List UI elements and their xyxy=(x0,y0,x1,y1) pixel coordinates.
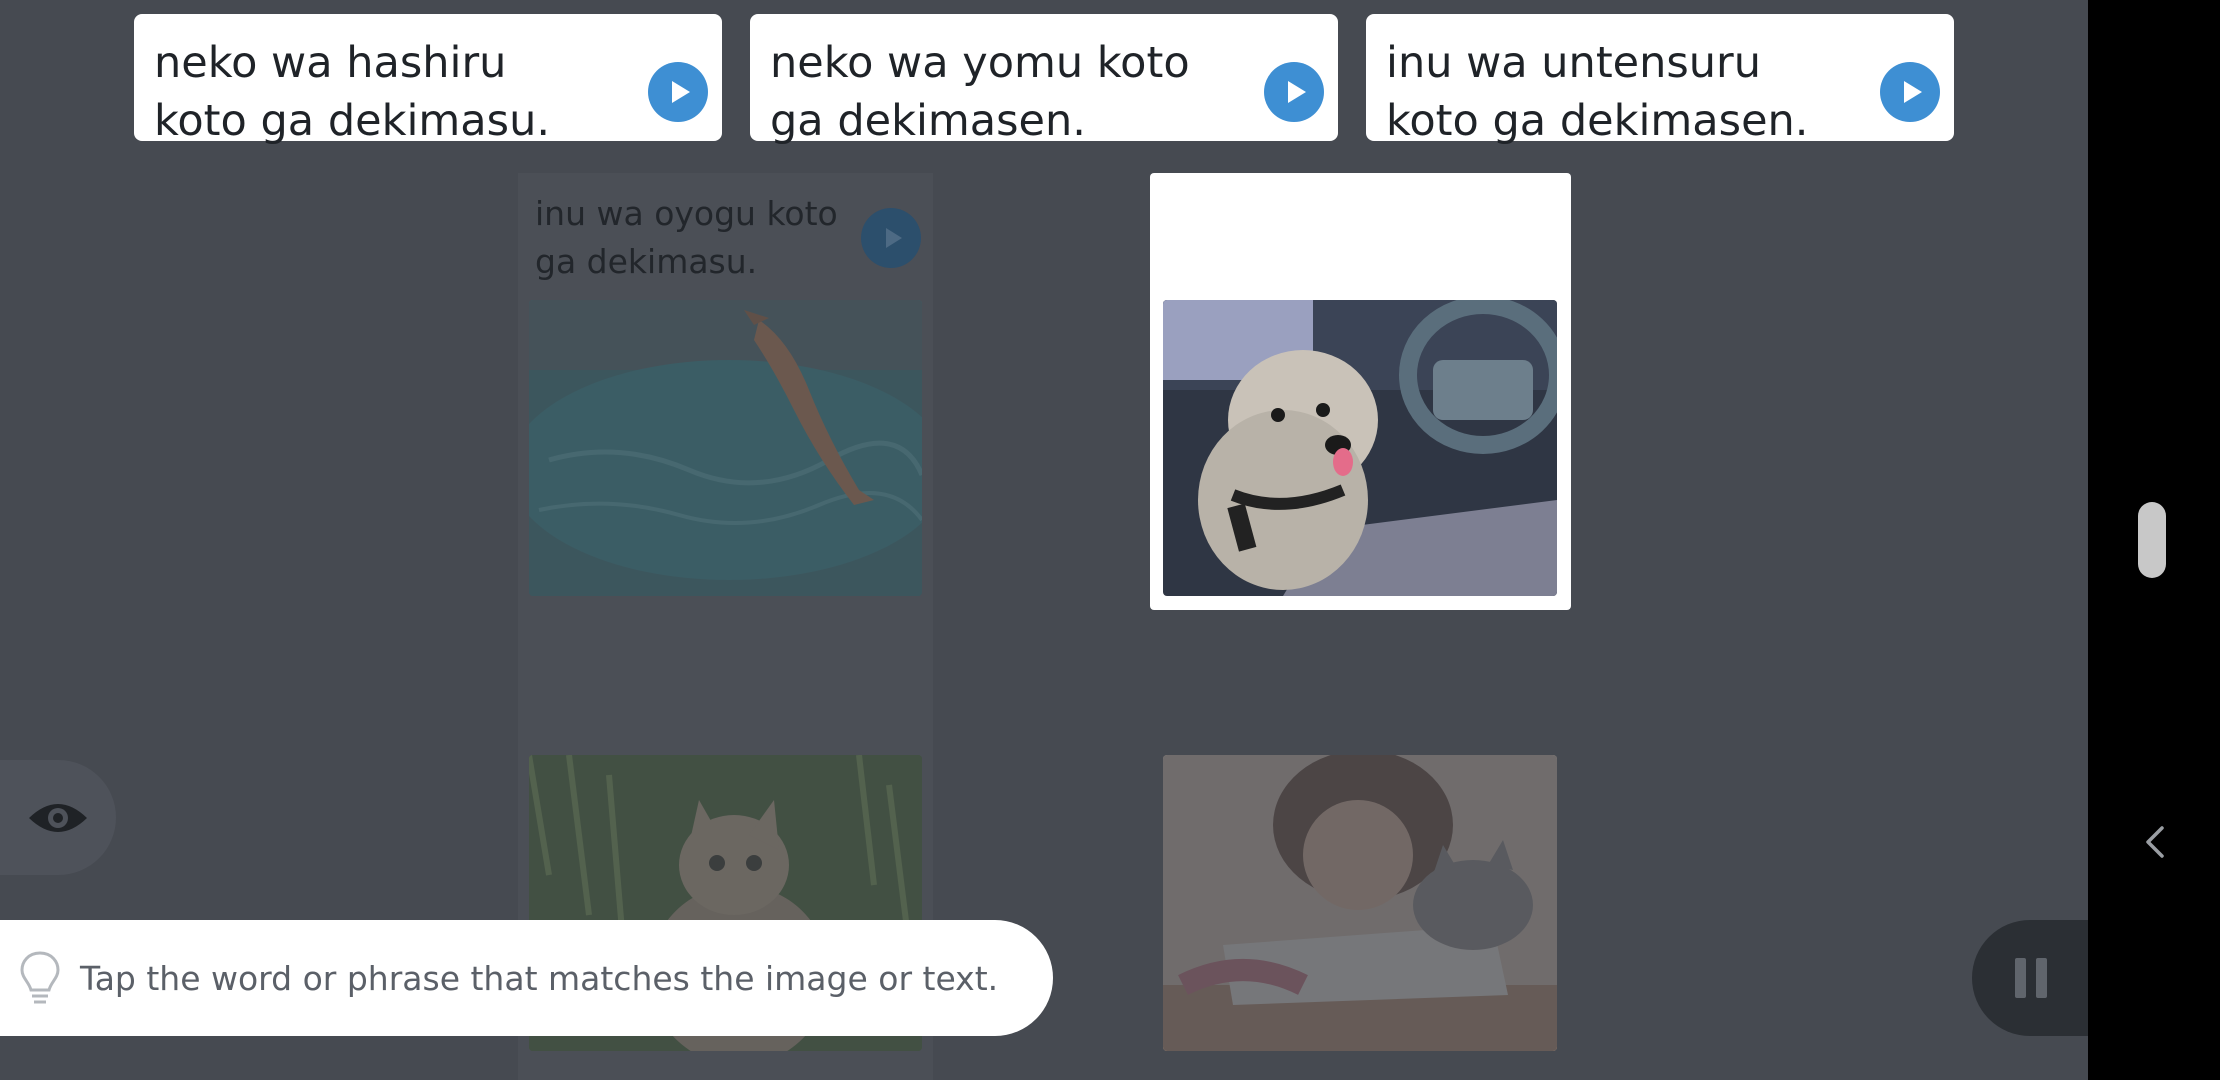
pause-icon xyxy=(2010,958,2052,998)
exercise-area: neko wa hashiru koto ga dekimasu. neko w… xyxy=(0,0,2088,1080)
choice-text: inu wa untensuru koto ga dekimasen. xyxy=(1386,38,1809,146)
play-icon xyxy=(861,208,921,268)
chevron-left-icon[interactable] xyxy=(2140,822,2170,862)
grid-tile-matched: inu wa oyogu koto ga dekimasu. xyxy=(518,173,933,610)
lightbulb-icon xyxy=(20,951,60,1004)
scroll-handle[interactable] xyxy=(2138,502,2166,578)
play-icon[interactable] xyxy=(1880,62,1940,122)
play-icon[interactable] xyxy=(1264,62,1324,122)
eye-toggle-button[interactable] xyxy=(0,760,116,875)
dog-in-car-image xyxy=(1163,300,1557,596)
pause-button[interactable] xyxy=(1972,920,2088,1036)
play-icon[interactable] xyxy=(648,62,708,122)
grid-tile-selected[interactable] xyxy=(1150,173,1571,610)
girl-reading-with-cat-image xyxy=(1163,755,1557,1051)
grid-tile-reading[interactable] xyxy=(1163,755,1557,1051)
dog-jumping-into-pool-image xyxy=(529,300,922,596)
matched-tile-text: inu wa oyogu koto ga dekimasu. xyxy=(535,194,838,281)
choice-text: neko wa hashiru koto ga dekimasu. xyxy=(154,38,550,146)
choice-card-1[interactable]: neko wa hashiru koto ga dekimasu. xyxy=(134,14,722,146)
choice-text: neko wa yomu koto ga dekimasen. xyxy=(770,38,1190,146)
hint-bar: Tap the word or phrase that matches the … xyxy=(0,920,1053,1036)
choice-card-3[interactable]: inu wa untensuru koto ga dekimasen. xyxy=(1366,14,1954,146)
hint-text: Tap the word or phrase that matches the … xyxy=(80,958,999,998)
eye-icon xyxy=(29,803,87,832)
choice-card-2[interactable]: neko wa yomu koto ga dekimasen. xyxy=(750,14,1338,146)
